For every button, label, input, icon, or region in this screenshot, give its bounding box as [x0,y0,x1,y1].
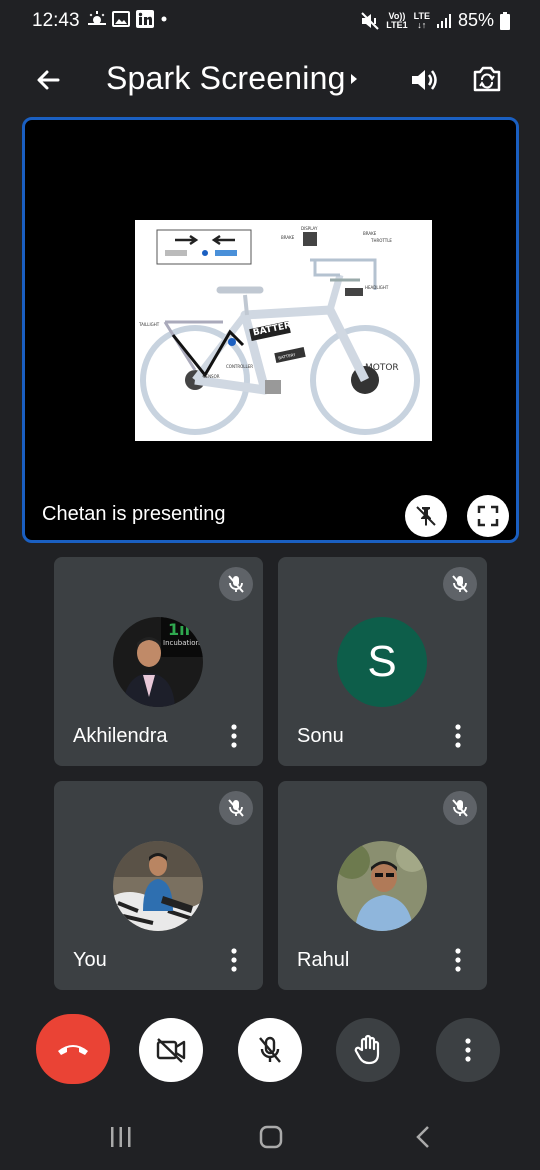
slide-label-display: DISPLAY [301,226,318,231]
shared-slide: BATTERY BATTERY MOTOR TAILLIGHT HEADLIGH… [135,220,432,441]
avatar: S [337,617,427,707]
more-vert-icon[interactable] [224,947,244,973]
muted-indicator [443,567,477,601]
participant-name: Akhilendra [73,725,168,747]
avatar [337,841,427,931]
presentation-view[interactable]: BATTERY BATTERY MOTOR TAILLIGHT HEADLIGH… [22,117,519,543]
participant-tile[interactable]: Rahul [278,781,487,990]
meeting-header: Spark Screening [0,42,540,116]
caret-right-icon[interactable] [347,69,361,89]
raise-hand-button[interactable] [336,1018,400,1082]
call-controls [0,1000,540,1100]
mic-toggle-button[interactable] [238,1018,302,1082]
muted-indicator [443,791,477,825]
mic-off-icon [452,799,468,817]
gallery-icon [112,11,130,27]
slide-label-headlight: HEADLIGHT [365,285,389,290]
avatar: 1ıı Incubation M [113,617,203,707]
mic-off-icon [452,575,468,593]
recents-icon[interactable] [108,1124,134,1150]
back-arrow-icon[interactable] [30,62,66,98]
participant-tile[interactable]: 1ıı Incubation M Akhilendra [54,557,263,766]
slide-label-brake-right: BRAKE [363,231,377,236]
ebike-diagram: BATTERY BATTERY MOTOR TAILLIGHT HEADLIGH… [138,226,420,435]
volte-indicator: Vo)) LTE1 [386,10,408,30]
mute-vibrate-icon [361,11,379,30]
raise-hand-icon [354,1034,380,1065]
more-options-button[interactable] [436,1018,500,1082]
home-icon[interactable] [258,1124,284,1150]
meeting-title[interactable]: Spark Screening [106,60,346,97]
presenter-label: Chetan is presenting [42,503,226,525]
linkedin-icon [136,10,154,28]
battery-percent: 85% [457,10,494,30]
speaker-icon[interactable] [406,62,442,98]
weather-icon [88,11,106,25]
slide-label-motor: MOTOR [365,363,399,373]
more-vert-icon [465,1038,471,1062]
fullscreen-icon [477,505,499,527]
phone-hangup-icon [58,1045,88,1055]
avatar-initial: S [367,637,397,686]
mic-off-icon [228,799,244,817]
lte-indicator: LTE ↓↑ [413,10,430,30]
end-call-button[interactable] [36,1014,110,1084]
status-time: 12:43 [32,10,80,31]
slide-label-throttle: THROTTLE [370,238,392,243]
notification-dot-icon [161,16,167,22]
status-bar: 12:43 Vo)) LTE1 LTE ↓↑ 85% [0,0,540,42]
mic-off-icon [259,1036,281,1063]
switch-camera-icon[interactable] [468,60,506,98]
participant-name: Sonu [297,725,344,747]
participant-tile[interactable]: S Sonu [278,557,487,766]
battery-icon [500,11,510,30]
muted-indicator [219,567,253,601]
camera-toggle-button[interactable] [139,1018,203,1082]
avatar [113,841,203,931]
more-vert-icon[interactable] [224,723,244,749]
back-icon[interactable] [412,1124,434,1150]
camera-off-icon [156,1038,186,1063]
muted-indicator [219,791,253,825]
participant-name: You [73,949,107,971]
unpin-button[interactable] [405,495,447,537]
more-vert-icon[interactable] [448,947,468,973]
participant-tile[interactable]: You [54,781,263,990]
slide-label-brake-left: BRAKE [281,235,295,240]
avatar-banner-text: Incubation M [163,639,203,647]
signal-icon [436,13,451,28]
participant-name: Rahul [297,949,350,971]
slide-label-sensor: SENSOR [203,374,220,379]
svg-text:1ıı: 1ıı [168,620,190,639]
system-nav-bar [0,1104,540,1170]
slide-label-taillight: TAILLIGHT [138,322,160,327]
slide-label-controller: CONTROLLER [226,364,253,369]
mic-off-icon [228,575,244,593]
more-vert-icon[interactable] [448,723,468,749]
fullscreen-button[interactable] [467,495,509,537]
unpin-icon [416,506,436,526]
